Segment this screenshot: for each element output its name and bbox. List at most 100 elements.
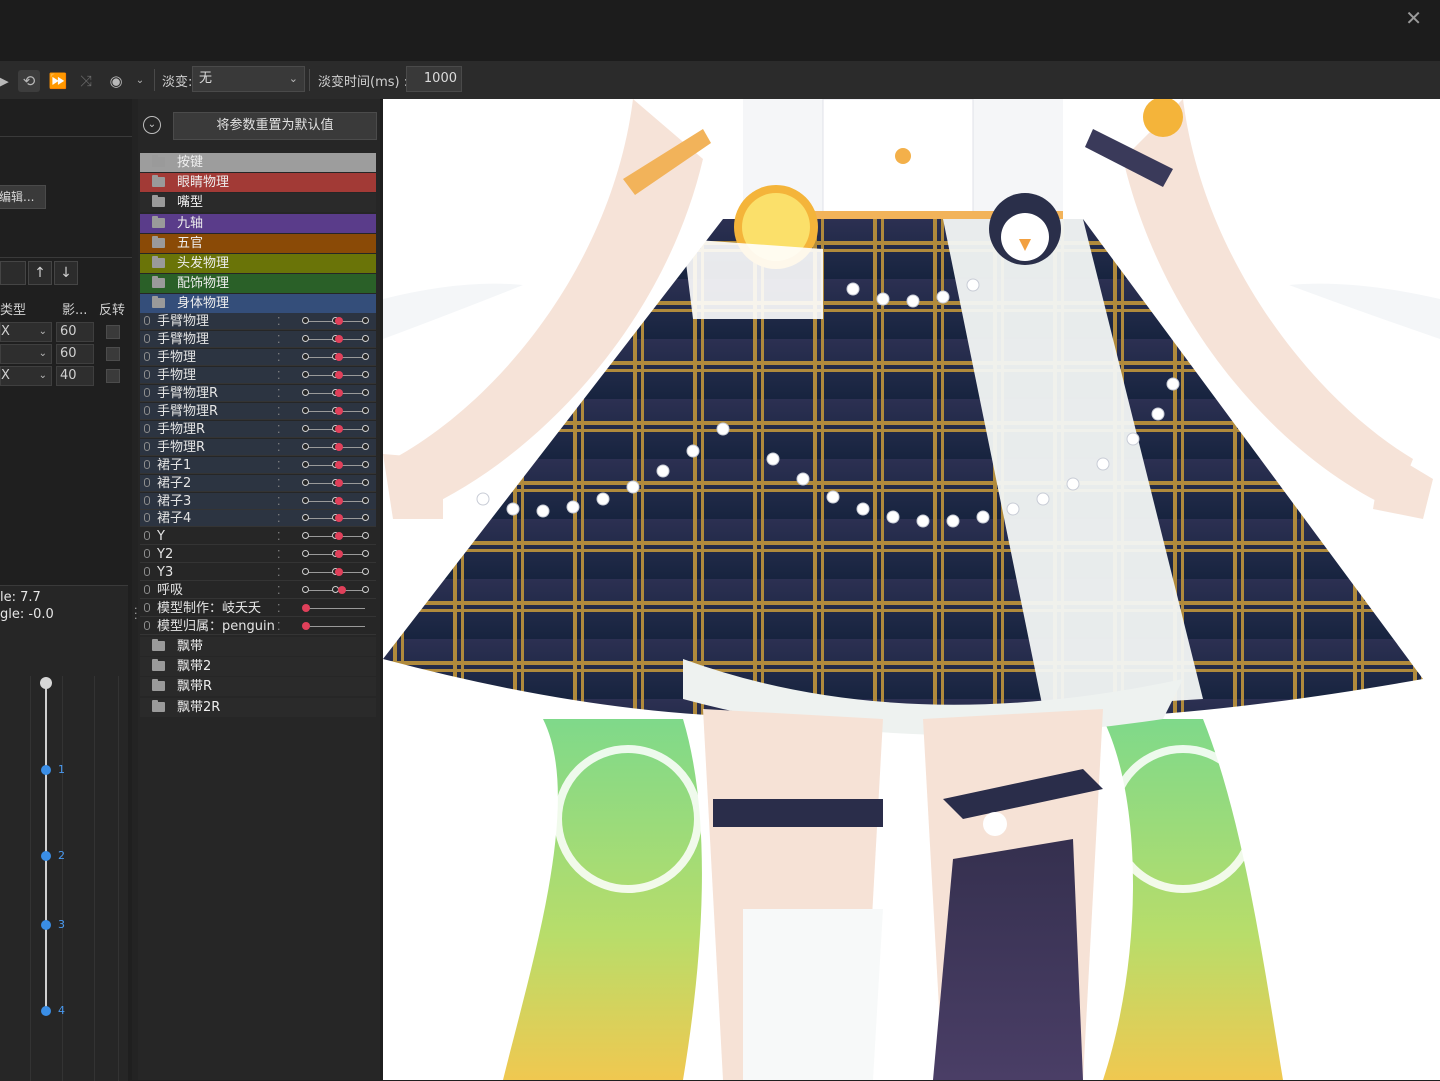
parameter-row[interactable]: 手臂物理 ⁚ — [140, 313, 376, 330]
slider-thumb[interactable] — [335, 550, 343, 559]
type-select[interactable]: X ⌄ — [0, 322, 52, 342]
play-icon[interactable]: ▶ — [0, 70, 14, 92]
parameter-row[interactable]: 裙子4 ⁚ — [140, 510, 376, 528]
loop-icon[interactable]: ⟲ — [18, 70, 40, 92]
slider-thumb[interactable] — [335, 442, 343, 451]
edit-button[interactable]: 编辑... — [0, 185, 46, 209]
slider-thumb[interactable] — [302, 622, 310, 631]
slider-thumb[interactable] — [335, 370, 343, 379]
slider-thumb[interactable] — [335, 460, 343, 469]
slider-thumb[interactable] — [335, 424, 343, 433]
skip-forward-icon[interactable]: ⏩ — [47, 70, 69, 92]
link-icon[interactable] — [144, 495, 150, 505]
link-icon[interactable] — [144, 585, 150, 595]
parameter-row[interactable]: 手物理R ⁚ — [140, 420, 376, 438]
pendulum-node[interactable] — [41, 920, 51, 930]
pendulum-node[interactable] — [41, 1006, 51, 1016]
collapse-all-icon[interactable]: ⌄ — [143, 116, 161, 134]
parameter-group[interactable]: 配饰物理 — [140, 274, 376, 294]
link-icon[interactable] — [144, 387, 150, 397]
move-up-button[interactable]: ↑ — [28, 261, 52, 285]
slider-thumb[interactable] — [302, 604, 310, 613]
slider-track[interactable] — [305, 608, 365, 610]
link-icon[interactable] — [144, 531, 150, 541]
link-icon[interactable] — [144, 567, 150, 577]
invert-checkbox[interactable] — [106, 369, 120, 383]
shuffle-icon[interactable]: ⤨ — [75, 70, 97, 92]
parameter-row[interactable]: Y2 ⁚ — [140, 546, 376, 564]
slider-thumb[interactable] — [335, 568, 343, 577]
chevron-down-icon[interactable]: ⌄ — [129, 70, 151, 92]
parameter-group[interactable]: 眼睛物理 — [140, 173, 376, 193]
reset-parameters-button[interactable]: 将参数重置为默认值 — [173, 112, 377, 140]
parameter-row[interactable]: 手臂物理 ⁚ — [140, 330, 376, 348]
parameter-row[interactable]: 呼吸 ⁚ — [140, 582, 376, 600]
move-down-button[interactable]: ↓ — [54, 261, 78, 285]
parameter-group[interactable]: 嘴型 — [140, 193, 376, 213]
link-icon[interactable] — [144, 459, 150, 469]
slider-thumb[interactable] — [335, 496, 343, 505]
slider-thumb[interactable] — [335, 352, 343, 361]
drag-handle-icon[interactable]: · · · — [134, 603, 138, 624]
parameter-group[interactable]: 飘带 — [140, 637, 376, 656]
parameter-group[interactable]: 飘带R — [140, 677, 376, 697]
model-canvas[interactable] — [383, 99, 1440, 1080]
type-select[interactable]: X ⌄ — [0, 366, 52, 386]
slider-thumb[interactable] — [335, 317, 343, 325]
parameter-row[interactable]: 手臂物理R ⁚ — [140, 384, 376, 402]
parameter-row[interactable]: 手臂物理R ⁚ — [140, 402, 376, 420]
invert-checkbox[interactable] — [106, 325, 120, 339]
slider-thumb[interactable] — [338, 586, 346, 595]
influence-input[interactable]: 60 — [56, 322, 94, 342]
slider-thumb[interactable] — [335, 514, 343, 523]
link-icon[interactable] — [144, 477, 150, 487]
type-select[interactable]: ⌄ — [0, 344, 52, 364]
slider-track[interactable] — [305, 626, 365, 628]
parameter-group[interactable]: 按键 — [140, 153, 376, 172]
pendulum-node[interactable] — [41, 851, 51, 861]
parameter-row[interactable]: 手物理 ⁚ — [140, 348, 376, 366]
link-icon[interactable] — [144, 369, 150, 379]
parameter-group[interactable]: 飘带2R — [140, 697, 376, 717]
parameter-group[interactable]: 九轴 — [140, 213, 376, 233]
parameter-row[interactable]: 裙子3 ⁚ — [140, 492, 376, 510]
link-icon[interactable] — [144, 423, 150, 433]
link-icon[interactable] — [144, 549, 150, 559]
close-icon[interactable]: ✕ — [1405, 6, 1422, 30]
parameter-row[interactable]: 模型制作：岐夭夭 ⁚ — [140, 600, 376, 618]
parameter-group[interactable]: 身体物理 — [140, 294, 376, 314]
slider-thumb[interactable] — [335, 334, 343, 343]
pendulum-node[interactable] — [41, 765, 51, 775]
link-icon[interactable] — [144, 603, 150, 613]
parameter-row[interactable]: 裙子1 ⁚ — [140, 456, 376, 474]
parameter-row[interactable]: 裙子2 ⁚ — [140, 474, 376, 492]
parameter-group[interactable]: 飘带2 — [140, 657, 376, 677]
left-toolbar-field[interactable] — [0, 261, 26, 285]
slider-thumb[interactable] — [335, 388, 343, 397]
link-icon[interactable] — [144, 333, 150, 343]
parameter-row[interactable]: Y ⁚ — [140, 528, 376, 546]
record-icon[interactable]: ◉ — [105, 70, 127, 92]
slider-thumb[interactable] — [335, 532, 343, 541]
parameter-row[interactable]: Y3 ⁚ — [140, 564, 376, 582]
link-icon[interactable] — [144, 405, 150, 415]
slider-thumb[interactable] — [335, 406, 343, 415]
slider-end-marker — [362, 586, 369, 594]
link-icon[interactable] — [144, 513, 150, 523]
fade-select[interactable]: 无 ⌄ — [192, 66, 305, 92]
link-icon[interactable] — [144, 621, 150, 631]
parameter-row[interactable]: 模型归属：penguin ⁚ — [140, 618, 376, 636]
link-icon[interactable] — [144, 441, 150, 451]
pendulum-anchor[interactable] — [40, 677, 52, 689]
parameter-group[interactable]: 五官 — [140, 233, 376, 253]
fade-time-input[interactable]: 1000 — [406, 66, 462, 92]
influence-input[interactable]: 40 — [56, 366, 94, 386]
parameter-group[interactable]: 头发物理 — [140, 254, 376, 273]
parameter-row[interactable]: 手物理 ⁚ — [140, 366, 376, 384]
parameter-row[interactable]: 手物理R ⁚ — [140, 438, 376, 456]
link-icon[interactable] — [144, 351, 150, 361]
slider-thumb[interactable] — [335, 478, 343, 487]
invert-checkbox[interactable] — [106, 347, 120, 361]
influence-input[interactable]: 60 — [56, 344, 94, 364]
link-icon[interactable] — [144, 316, 150, 325]
